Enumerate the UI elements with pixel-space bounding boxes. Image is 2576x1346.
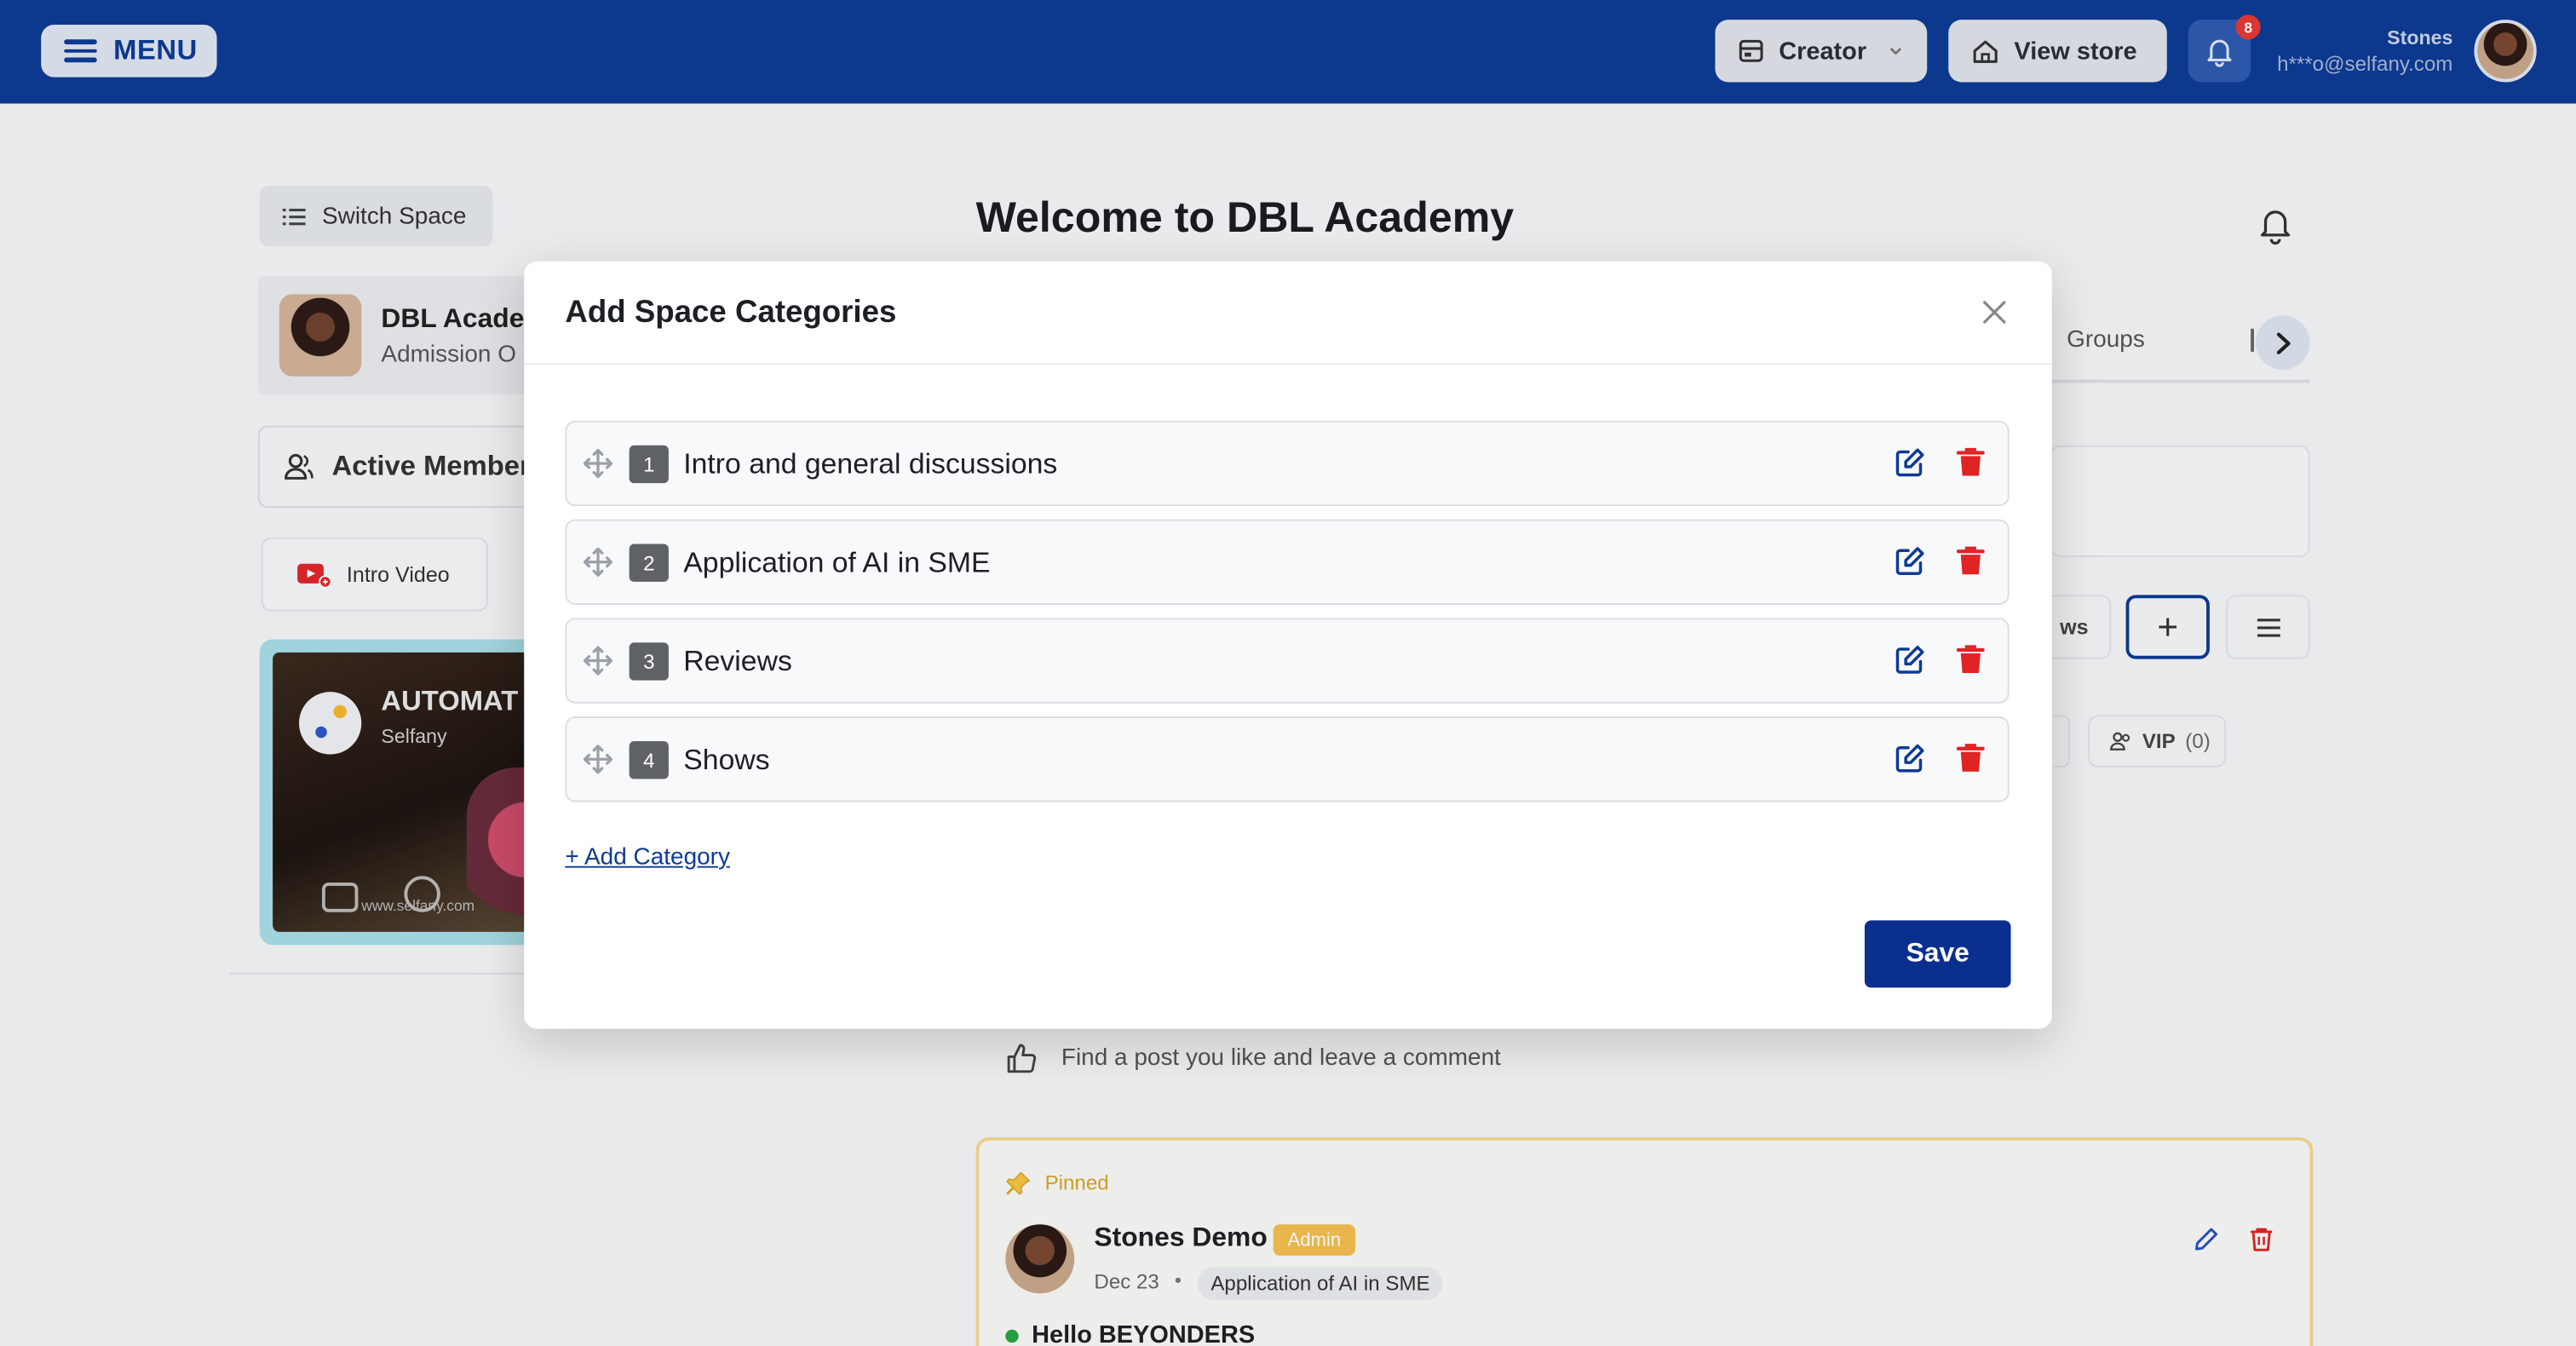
edit-icon[interactable]: [1895, 447, 1926, 486]
category-index: 4: [629, 741, 669, 779]
category-label: Shows: [683, 742, 770, 776]
category-label: Application of AI in SME: [683, 545, 991, 579]
category-index: 3: [629, 642, 669, 681]
drag-handle-icon[interactable]: [583, 745, 613, 782]
save-button[interactable]: Save: [1864, 920, 2011, 988]
category-row[interactable]: 4 Shows: [565, 716, 2010, 802]
modal-title: Add Space Categories: [565, 296, 897, 331]
edit-icon[interactable]: [1895, 545, 1926, 584]
add-space-categories-modal: Add Space Categories 1 Intro and general…: [524, 261, 2052, 1029]
category-label: Intro and general discussions: [683, 446, 1058, 480]
category-row[interactable]: 3 Reviews: [565, 618, 2010, 704]
category-row[interactable]: 1 Intro and general discussions: [565, 420, 2010, 507]
category-index: 1: [629, 445, 669, 484]
edit-icon[interactable]: [1895, 743, 1926, 782]
drag-handle-icon[interactable]: [583, 547, 613, 584]
drag-handle-icon[interactable]: [583, 646, 613, 683]
add-category-link[interactable]: + Add Category: [565, 845, 730, 871]
category-index: 2: [629, 544, 669, 582]
drag-handle-icon[interactable]: [583, 448, 613, 486]
trash-icon[interactable]: [1956, 447, 1985, 486]
category-row[interactable]: 2 Application of AI in SME: [565, 519, 2010, 605]
category-label: Reviews: [683, 644, 792, 677]
trash-icon[interactable]: [1956, 743, 1985, 782]
trash-icon[interactable]: [1956, 545, 1985, 584]
close-icon[interactable]: [1980, 297, 2010, 327]
trash-icon[interactable]: [1956, 644, 1985, 683]
modal-header: Add Space Categories: [524, 262, 2052, 365]
edit-icon[interactable]: [1895, 644, 1926, 683]
